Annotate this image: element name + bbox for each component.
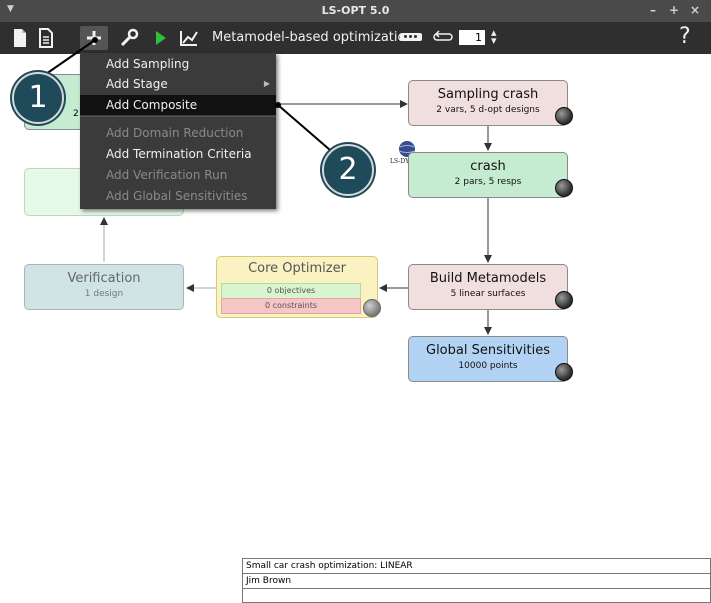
iterations-input[interactable]: 1 (459, 30, 485, 45)
project-title: Metamodel-based optimization (212, 30, 414, 45)
menu-item-add-stage[interactable]: Add Stage ▶ (80, 74, 276, 94)
window-title: LS-OPT 5.0 (321, 4, 390, 17)
menu-item-add-sampling[interactable]: Add Sampling (80, 54, 276, 74)
optimizer-constraints: 0 constraints (221, 298, 361, 314)
menu-item-add-termination-criteria[interactable]: Add Termination Criteria (80, 144, 276, 164)
node-build-subtitle: 5 linear surfaces (450, 289, 526, 299)
window-titlebar: ▼ LS-OPT 5.0 – + × (0, 0, 711, 22)
project-notes[interactable] (242, 588, 711, 603)
menu-item-add-global-sensitivities: Add Global Sensitivities (106, 189, 248, 203)
add-stage-icon[interactable] (80, 26, 108, 50)
node-crash[interactable]: crash 2 pars, 5 resps (408, 152, 573, 198)
optimizer-objectives: 0 objectives (221, 283, 361, 299)
menu-item-add-verification-run: Add Verification Run (106, 168, 228, 182)
node-crash-subtitle: 2 pars, 5 resps (454, 177, 522, 187)
status-ball-icon (363, 299, 381, 317)
toolbar: Metamodel-based optimization 1 ▴ ▾ ? (0, 22, 711, 54)
minimize-button[interactable]: – (650, 3, 656, 17)
node-verification-subtitle: 1 design (84, 289, 124, 299)
run-icon[interactable] (150, 26, 172, 50)
status-ball-icon (555, 107, 573, 125)
more-icon[interactable] (400, 33, 422, 41)
help-button[interactable]: ? (679, 24, 691, 49)
status-ball-icon (555, 179, 573, 197)
maximize-button[interactable]: + (669, 3, 679, 17)
new-file-icon[interactable] (8, 26, 32, 50)
node-sampling[interactable]: Sampling crash 2 vars, 5 d-opt designs (408, 80, 573, 126)
project-author[interactable]: Jim Brown (242, 573, 711, 588)
callout-1: 1 (12, 72, 64, 124)
node-global-sensitivities[interactable]: Global Sensitivities 10000 points (408, 336, 573, 382)
node-build-metamodels[interactable]: Build Metamodels 5 linear surfaces (408, 264, 573, 310)
node-build-title: Build Metamodels (429, 271, 547, 286)
iterations-spinner[interactable]: ▴ ▾ (491, 27, 497, 46)
status-ball-icon (555, 363, 573, 381)
menu-item-add-composite[interactable]: Add Composite (80, 95, 276, 115)
project-description[interactable]: Small car crash optimization: LINEAR (242, 558, 711, 573)
open-file-icon[interactable] (34, 26, 58, 50)
menu-item-add-stage-label: Add Stage (106, 77, 168, 91)
wrench-icon[interactable] (116, 26, 142, 50)
callout-2: 2 (322, 144, 374, 196)
iterations-loop-icon (433, 30, 453, 41)
add-menu: Add Sampling Add Stage ▶ Add Composite A… (80, 53, 276, 209)
submenu-arrow-icon: ▶ (263, 79, 270, 88)
node-crash-title: crash (470, 159, 506, 174)
menu-separator (80, 116, 276, 117)
node-sampling-title: Sampling crash (437, 87, 539, 102)
node-sampling-subtitle: 2 vars, 5 d-opt designs (436, 105, 540, 115)
node-verification-title: Verification (67, 271, 141, 286)
status-ball-icon (555, 291, 573, 309)
close-button[interactable]: × (690, 3, 700, 17)
node-core-optimizer[interactable]: Core Optimizer 0 objectives 0 constraint… (216, 256, 381, 318)
viewer-chart-icon[interactable] (176, 26, 202, 50)
node-optimizer-title: Core Optimizer (248, 261, 346, 276)
node-global-title: Global Sensitivities (426, 343, 550, 358)
node-partial-fragment: 2 (73, 109, 79, 119)
node-verification[interactable]: Verification 1 design (24, 264, 184, 310)
project-info-panel: Small car crash optimization: LINEAR Jim… (242, 558, 711, 603)
menu-item-add-domain-reduction: Add Domain Reduction (106, 126, 244, 140)
node-global-subtitle: 10000 points (458, 361, 518, 371)
